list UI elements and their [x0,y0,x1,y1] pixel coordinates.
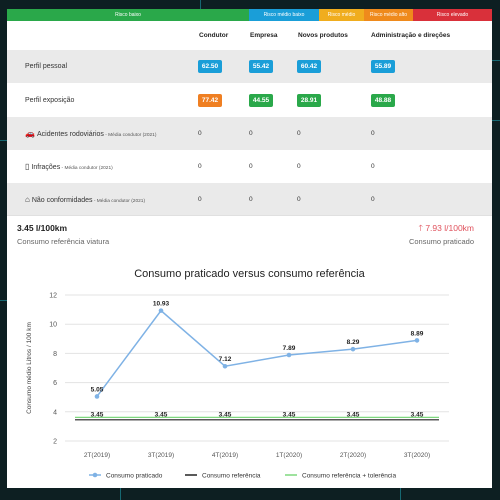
background-line [120,488,121,500]
table-cell: 0 [371,163,375,170]
risk-level-medium-low: Risco médio baixo [249,9,319,21]
background-line [492,120,500,121]
risk-level-high: Risco elevado [413,9,492,21]
data-label-reference: 3.45 [155,411,168,418]
y-tick-label: 2 [53,439,57,446]
practiced-consumption-value: 🡑 7.93 l/100km [419,223,474,237]
table-cell: 0 [198,196,202,203]
data-point-practiced [414,338,420,343]
data-point-practiced [158,308,164,313]
data-point-practiced [94,394,100,399]
table-cell: 0 [249,130,253,137]
legend-item-tolerance-label: Consumo referência + tolerência [302,473,397,480]
data-label-practiced: 5.05 [91,386,104,393]
data-label-reference: 3.45 [347,411,360,418]
x-tick-label: 2T(2019) [84,452,110,459]
x-tick-label: 1T(2020) [276,452,302,459]
reference-consumption-label: Consumo referência viatura [17,237,110,246]
table-cell: 0 [371,196,375,203]
row-label-text: Infrações [31,164,61,171]
table-row: ⌂ Não conformidades - Média condutor (202… [7,183,492,216]
section-divider [7,215,492,216]
practiced-consumption-label: Consumo praticado [408,237,474,246]
risk-level-low: Risco baixo [7,9,249,21]
score-badge: 44.55 [249,94,273,107]
chart-title: Consumo praticado versus consumo referên… [134,268,365,280]
legend-item-practiced-marker [92,472,98,478]
y-axis-label: Consumo médio Litros / 100 km [26,322,33,414]
y-tick-label: 4 [53,409,57,416]
table-row: ▯ Infrações - Média condutor (2021) 0 0 0… [7,150,492,183]
data-label-reference: 3.45 [219,411,232,418]
table-cell: 0 [249,163,253,170]
column-header-administration: Administração e direções [371,32,451,39]
column-header-new-products: Novos produtos [298,32,348,39]
row-label: ▯ Infrações - Média condutor (2021) [25,150,113,183]
x-tick-label: 3T(2019) [148,452,174,459]
background-line [400,488,401,500]
table-cell: 0 [198,130,202,137]
y-tick-label: 6 [53,380,57,387]
row-label: 🚗 Acidentes rodoviários - Média condutor … [25,117,156,150]
legend-item-reference-label: Consumo referência [202,473,261,480]
y-tick-label: 12 [49,293,57,300]
table-cell: 0 [297,196,301,203]
y-tick-label: 10 [49,322,57,329]
score-badge: 62.50 [198,60,222,73]
risk-legend-bar: Risco baixo Risco médio baixo Risco médi… [7,9,492,21]
score-badge: 55.89 [371,60,395,73]
row-sublabel: - Média condutor (2021) [60,166,113,171]
practiced-consumption-number: 7.93 l/100km [425,223,474,233]
risk-level-medium: Risco médio [319,9,364,21]
arrow-up-icon: 🡑 [418,223,423,233]
row-sublabel: - Média condutor (2021) [92,199,146,204]
risk-level-medium-high: Risco médio alto [364,9,413,21]
traffic-light-icon: ▯ [25,162,30,171]
row-label-text: Acidentes rodoviários [36,131,104,138]
score-badge: 77.42 [198,94,222,107]
table-cell: 0 [297,163,301,170]
reference-consumption-value: 3.45 l/100km [17,223,68,233]
data-label-practiced: 8.89 [411,330,424,337]
row-label: Perfil exposição [25,97,75,104]
table-row: Perfil exposição 77.42 44.55 28.91 48.88 [7,84,492,117]
data-label-reference: 3.45 [411,411,424,418]
row-label: Perfil pessoal [25,63,68,70]
consumption-line-chart: 2 4 6 8 10 12 Consumo médio Litros / 100 km 2T(… [26,293,449,480]
legend-item-practiced-label: Consumo praticado [106,473,163,480]
data-point-practiced [222,363,228,369]
warehouse-icon: ⌂ [25,195,30,204]
column-header-company: Empresa [250,32,278,39]
y-tick-label: 8 [53,351,57,358]
score-badge: 60.42 [297,60,321,73]
background-line [492,60,500,61]
x-tick-label: 3T(2020) [404,452,430,459]
background-line [200,0,201,9]
table-row: 🚗 Acidentes rodoviários - Média condutor … [7,117,492,150]
table-cell: 0 [297,130,301,137]
x-tick-label: 2T(2020) [340,452,366,459]
dashboard-panel: Risco baixo Risco médio baixo Risco médi… [7,9,492,488]
x-tick-label: 4T(2019) [212,452,238,459]
row-sublabel: - Média condutor (2021) [103,133,157,138]
score-badge: 28.91 [297,94,321,107]
table-cell: 0 [371,130,375,137]
score-badge: 55.42 [249,60,273,73]
car-crash-icon: 🚗 [25,129,35,138]
table-cell: 0 [249,196,253,203]
data-label-reference: 3.45 [91,411,104,418]
column-header-driver: Condutor [199,32,229,39]
score-badge: 48.88 [371,94,395,107]
data-label-practiced: 10.93 [153,301,170,308]
data-label-reference: 3.45 [283,411,296,418]
data-point-practiced [350,346,356,352]
row-label: ⌂ Não conformidades - Média condutor (202… [25,183,145,216]
data-label-practiced: 7.89 [283,345,296,352]
row-label-text: Não conformidades [31,197,93,204]
data-label-practiced: 7.12 [219,356,232,363]
data-label-practiced: 8.29 [347,339,360,346]
table-row: Perfil pessoal 62.50 55.42 60.42 55.89 [7,50,492,83]
data-point-practiced [286,352,292,358]
table-cell: 0 [198,163,202,170]
